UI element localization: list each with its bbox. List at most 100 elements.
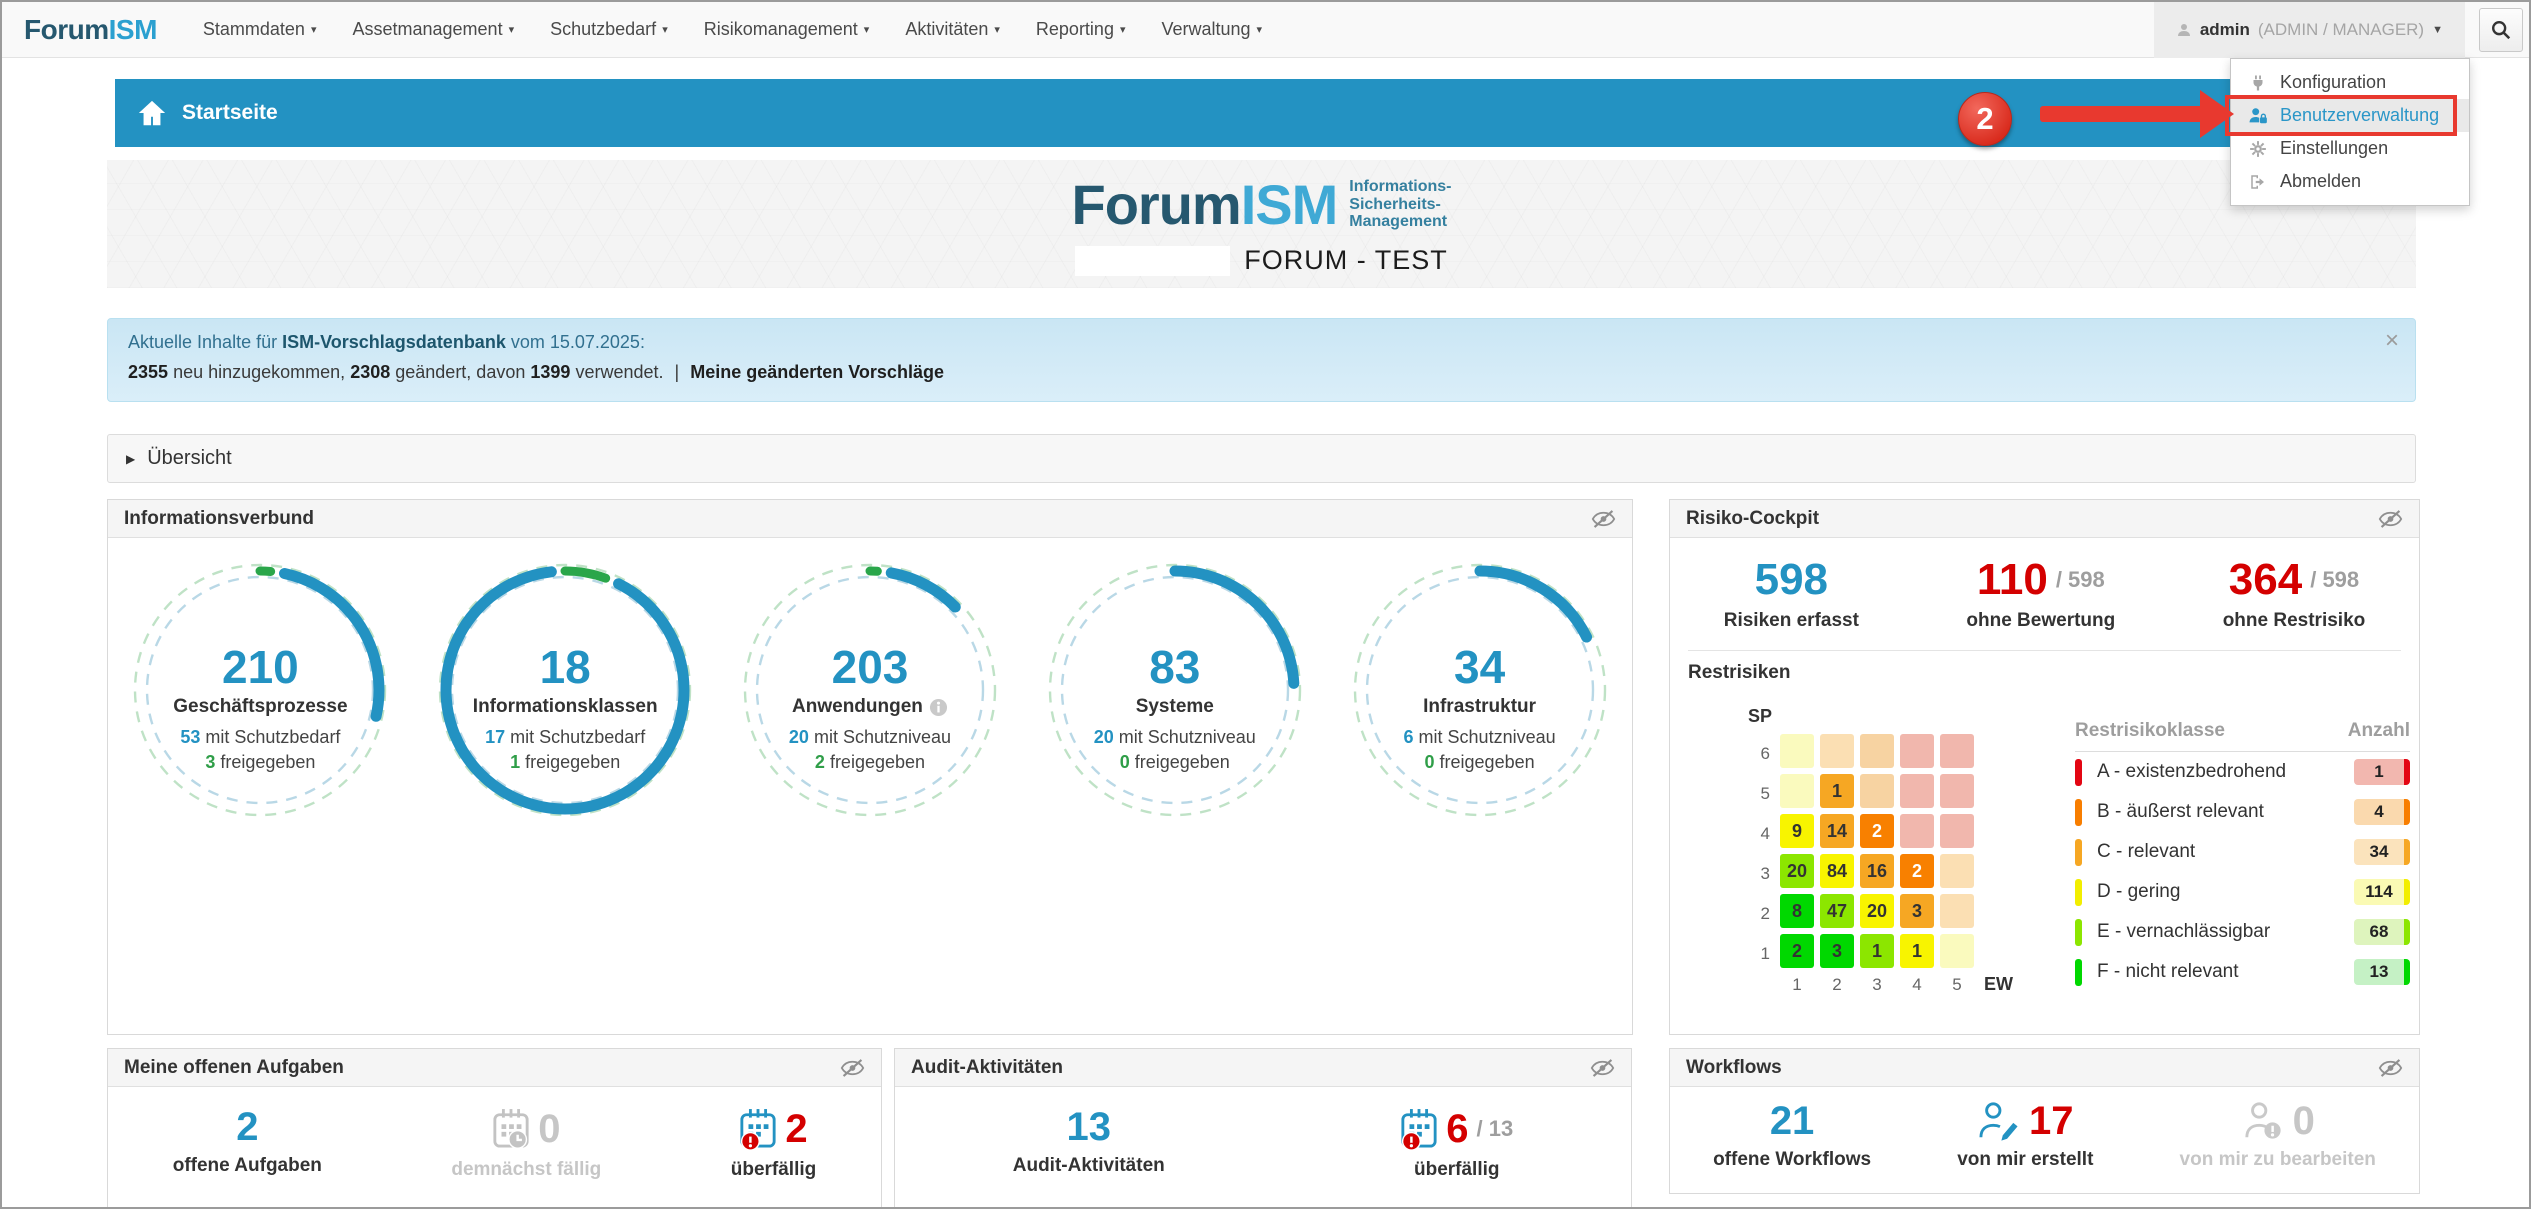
donut-label: Infrastruktur <box>1330 696 1630 718</box>
eye-slash-icon[interactable] <box>2378 509 2403 529</box>
home-icon[interactable] <box>137 98 167 128</box>
risk-class-count-badge: 68 <box>2354 919 2410 945</box>
heatmap-row: 2847203 <box>1742 894 2013 934</box>
menu-item-einstellungen[interactable]: Einstellungen <box>2231 132 2469 165</box>
eye-slash-icon[interactable] <box>1590 1058 1615 1078</box>
uebersicht-toggle[interactable]: ▶ Übersicht <box>107 434 2416 483</box>
search-button[interactable] <box>2479 8 2523 52</box>
heatmap-cell[interactable]: 1 <box>1820 774 1854 808</box>
nav-item-aktivitäten[interactable]: Aktivitäten▾ <box>905 19 1000 40</box>
table-row[interactable]: E - vernachlässigbar68 <box>2075 912 2410 952</box>
heatmap-cell <box>1860 774 1894 808</box>
table-row[interactable]: B - äußerst relevant4 <box>2075 792 2410 832</box>
donut-stat-line: 20 mit Schutzniveau <box>720 727 1020 748</box>
search-icon <box>2490 19 2512 41</box>
risk-class-color-bar <box>2075 879 2082 906</box>
chevron-down-icon: ▾ <box>1120 23 1126 36</box>
donut-stat-line: 6 mit Schutzniveau <box>1330 727 1630 748</box>
nav-item-stammdaten[interactable]: Stammdaten▾ <box>203 19 317 40</box>
nav-item-reporting[interactable]: Reporting▾ <box>1036 19 1126 40</box>
user-edit-icon <box>1977 1101 2021 1141</box>
panel-meine-offenen-aufgaben: Meine offenen Aufgaben 2offene Aufgaben … <box>107 1048 882 1209</box>
risk-class-label: A - existenzbedrohend <box>2097 761 2354 783</box>
info-icon[interactable] <box>929 698 948 717</box>
stat-total: / 598 <box>2310 569 2359 591</box>
menu-item-konfiguration[interactable]: Konfiguration <box>2231 66 2469 99</box>
menu-item-abmelden[interactable]: Abmelden <box>2231 165 2469 198</box>
heatmap-cell[interactable]: 14 <box>1820 814 1854 848</box>
annotation-arrow <box>2040 106 2204 122</box>
menu-item-label: Abmelden <box>2280 171 2361 192</box>
heatmap-cell <box>1940 774 1974 808</box>
nav-item-schutzbedarf[interactable]: Schutzbedarf▾ <box>550 19 668 40</box>
banner-db-link[interactable]: ISM-Vorschlagsdatenbank <box>282 332 506 352</box>
eye-slash-icon[interactable] <box>1591 509 1616 529</box>
stat-value-row: 17 <box>1957 1101 2093 1141</box>
nav-item-verwaltung[interactable]: Verwaltung▾ <box>1161 19 1262 40</box>
risk-class-label: F - nicht relevant <box>2097 961 2354 983</box>
table-row[interactable]: A - existenzbedrohend1 <box>2075 752 2410 792</box>
heatmap-cell[interactable]: 3 <box>1900 894 1934 928</box>
heatmap-cell[interactable]: 16 <box>1860 854 1894 888</box>
stat-value: 598 <box>1755 558 1828 602</box>
stat-ohne-restrisiko: 364/ 598ohne Restrisiko <box>2223 558 2366 632</box>
heatmap-cell[interactable]: 20 <box>1860 894 1894 928</box>
nav-item-assetmanagement[interactable]: Assetmanagement▾ <box>352 19 514 40</box>
banner-number: 2355 <box>128 362 168 382</box>
plug-icon <box>2246 74 2270 92</box>
donut-content: 203 Anwendungen 20 mit Schutzniveau 2 freig… <box>720 644 1020 773</box>
donut-label: Informationsklassen <box>415 696 715 718</box>
heatmap-row-label: 4 <box>1742 824 1770 844</box>
heatmap-cell[interactable]: 9 <box>1780 814 1814 848</box>
banner-vorschlaege-link[interactable]: Meine geänderten Vorschläge <box>690 362 944 382</box>
stat-value-row: 2 <box>173 1107 322 1147</box>
banner-line1: Aktuelle Inhalte für ISM-Vorschlagsdaten… <box>128 332 2395 353</box>
stat-value-row: 110/ 598 <box>1966 558 2115 602</box>
close-icon[interactable]: × <box>2385 327 2399 355</box>
stat-label: überfällig <box>1400 1159 1513 1181</box>
stat-label: offene Aufgaben <box>173 1155 322 1177</box>
heatmap-y-axis-label: SP <box>1748 706 1772 727</box>
donut-systeme: 83Systeme20 mit Schutzniveau0 freigegebe… <box>1025 560 1325 826</box>
stat-value-row: 6/ 13 <box>1400 1107 1513 1151</box>
donut-value: 210 <box>110 644 410 690</box>
risk-class-count-badge: 114 <box>2354 879 2410 905</box>
heatmap-cell[interactable]: 2 <box>1860 814 1894 848</box>
user-role: (ADMIN / MANAGER) <box>2258 20 2424 40</box>
eye-slash-icon[interactable] <box>840 1058 865 1078</box>
table-row[interactable]: D - gering114 <box>2075 872 2410 912</box>
table-row[interactable]: F - nicht relevant13 <box>2075 952 2410 992</box>
donut-label: Anwendungen <box>720 696 1020 718</box>
heatmap-cell <box>1940 854 1974 888</box>
heatmap-cell[interactable]: 1 <box>1860 934 1894 968</box>
donut-stat-line: 0 freigegeben <box>1025 752 1325 773</box>
donut-infrastruktur: 34Infrastruktur6 mit Schutzniveau0 freig… <box>1330 560 1630 826</box>
donut-label: Geschäftsprozesse <box>110 696 410 718</box>
heatmap-cell[interactable]: 84 <box>1820 854 1854 888</box>
eye-slash-icon[interactable] <box>2378 1058 2403 1078</box>
stat-value: 17 <box>2029 1101 2074 1141</box>
heatmap-cell[interactable]: 1 <box>1900 934 1934 968</box>
breadcrumb[interactable]: Startseite <box>182 101 278 125</box>
donut-value: 203 <box>720 644 1020 690</box>
heatmap-row-label: 1 <box>1742 944 1770 964</box>
donut-stat-line: 2 freigegeben <box>720 752 1020 773</box>
heatmap-cell[interactable]: 8 <box>1780 894 1814 928</box>
heatmap-cell <box>1940 894 1974 928</box>
heatmap-cell[interactable]: 2 <box>1900 854 1934 888</box>
table-row[interactable]: C - relevant34 <box>2075 832 2410 872</box>
heatmap-cell[interactable]: 47 <box>1820 894 1854 928</box>
panel-audit-aktivitaeten: Audit-Aktivitäten 13Audit-Aktivitäten 6/… <box>894 1048 1632 1209</box>
risk-class-label: B - äußerst relevant <box>2097 801 2354 823</box>
stat-value-row: 13 <box>1013 1107 1165 1147</box>
donut-stat-line: 1 freigegeben <box>415 752 715 773</box>
heatmap-cell[interactable]: 3 <box>1820 934 1854 968</box>
heatmap-cell[interactable]: 2 <box>1780 934 1814 968</box>
user-menu-trigger[interactable]: admin (ADMIN / MANAGER) ▼ <box>2154 2 2465 58</box>
heatmap-col-label: 2 <box>1820 975 1854 995</box>
nav-item-risikomanagement[interactable]: Risikomanagement▾ <box>704 19 870 40</box>
heatmap-cell[interactable]: 20 <box>1780 854 1814 888</box>
menu-item-benutzerverwaltung[interactable]: Benutzerverwaltung <box>2231 99 2469 132</box>
heatmap-row-label: 6 <box>1742 744 1770 764</box>
app-logo[interactable]: ForumISM <box>24 14 157 46</box>
